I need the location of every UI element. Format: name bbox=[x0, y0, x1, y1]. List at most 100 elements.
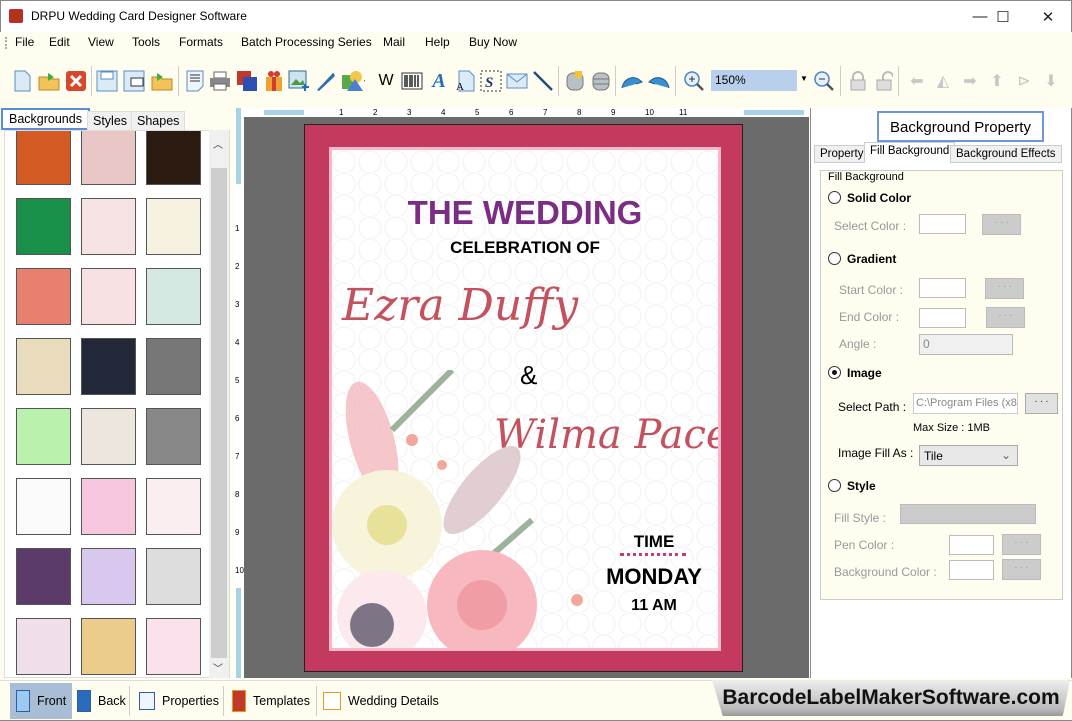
redo-icon[interactable] bbox=[647, 69, 671, 93]
wedding-details-button[interactable]: Wedding Details bbox=[317, 683, 445, 719]
thumbnail-paisley[interactable] bbox=[16, 548, 71, 605]
solid-color-swatch[interactable] bbox=[919, 214, 966, 234]
wedding-card[interactable]: THE WEDDING CELEBRATION OF Ezra Duffy & … bbox=[304, 124, 743, 672]
layers-icon[interactable] bbox=[235, 69, 259, 93]
thumbnail-sketch[interactable] bbox=[146, 548, 201, 605]
database-add-icon[interactable] bbox=[563, 69, 587, 93]
menu-tools[interactable]: Tools bbox=[132, 35, 160, 49]
zoom-out-icon[interactable] bbox=[812, 69, 836, 93]
thumbnail-hearts[interactable] bbox=[16, 268, 71, 325]
menu-batch-processing[interactable]: Batch Processing Series bbox=[241, 35, 372, 49]
pen-color-swatch[interactable] bbox=[949, 535, 994, 555]
line-icon[interactable] bbox=[531, 69, 555, 93]
thumbnail-floral-black[interactable] bbox=[146, 131, 201, 185]
thumbnail-beige-floral[interactable] bbox=[81, 408, 136, 465]
scroll-up-icon[interactable]: ︿ bbox=[213, 136, 223, 151]
scrollbar-thumb[interactable] bbox=[211, 168, 227, 658]
print-icon[interactable] bbox=[208, 69, 232, 93]
arrow-down-icon[interactable]: ⬇ bbox=[1039, 69, 1063, 93]
start-color-swatch[interactable] bbox=[919, 278, 966, 298]
card-subtitle[interactable]: CELEBRATION OF bbox=[332, 238, 718, 258]
tab-shapes[interactable]: Shapes bbox=[131, 111, 186, 131]
database-icon[interactable] bbox=[589, 69, 613, 93]
zoom-dropdown-arrow[interactable]: ▼ bbox=[800, 74, 808, 83]
pen-color-browse[interactable]: . . . bbox=[1002, 534, 1041, 555]
tab-styles[interactable]: Styles bbox=[87, 111, 134, 131]
end-color-swatch[interactable] bbox=[919, 308, 966, 328]
thumbnail-swan-outline[interactable] bbox=[16, 478, 71, 535]
tab-backgrounds[interactable]: Backgrounds bbox=[1, 108, 90, 130]
thumbnail-ganesha-orange[interactable] bbox=[16, 131, 71, 185]
save-as-icon[interactable] bbox=[122, 69, 146, 93]
background-color-swatch[interactable] bbox=[949, 560, 994, 580]
image-radio[interactable] bbox=[828, 366, 841, 379]
gallery-scrollbar[interactable]: ︿ ﹀ bbox=[209, 130, 229, 678]
close-doc-icon[interactable] bbox=[64, 69, 88, 93]
arrow-right-icon[interactable]: ➡ bbox=[958, 69, 982, 93]
signature-icon[interactable]: S bbox=[479, 69, 503, 93]
background-color-browse[interactable]: . . . bbox=[1002, 559, 1041, 580]
flip-icon[interactable]: ◭ bbox=[931, 69, 955, 93]
arrow-up-icon[interactable]: ⬆ bbox=[985, 69, 1009, 93]
tab-property[interactable]: Property bbox=[814, 145, 870, 163]
properties-button[interactable]: Properties bbox=[133, 683, 225, 719]
card-day[interactable]: MONDAY bbox=[594, 564, 714, 590]
end-color-browse[interactable]: . . . bbox=[986, 307, 1025, 328]
gift-icon[interactable] bbox=[262, 69, 286, 93]
fill-style-select[interactable] bbox=[900, 504, 1036, 524]
align-icon[interactable]: ⊳ bbox=[1012, 69, 1036, 93]
open-icon[interactable] bbox=[37, 69, 61, 93]
thumbnail-bw-pattern[interactable] bbox=[146, 408, 201, 465]
new-icon[interactable] bbox=[10, 69, 34, 93]
thumbnail-green-vine[interactable] bbox=[16, 408, 71, 465]
text-icon[interactable]: A bbox=[427, 69, 451, 93]
menu-file[interactable]: File bbox=[15, 35, 34, 49]
thumbnail-cream-rose[interactable] bbox=[16, 338, 71, 395]
thumbnail-pink-lace[interactable] bbox=[81, 268, 136, 325]
export-icon[interactable] bbox=[150, 69, 174, 93]
image-fill-select[interactable]: Tile ⌄ bbox=[919, 445, 1018, 466]
thumbnail-mandala[interactable] bbox=[146, 268, 201, 325]
gradient-radio[interactable] bbox=[828, 252, 841, 265]
tab-fill-background[interactable]: Fill Background bbox=[864, 142, 956, 163]
front-button[interactable]: Front bbox=[10, 683, 73, 719]
card-title[interactable]: THE WEDDING bbox=[332, 194, 718, 232]
thumbnail-colorful-floral[interactable] bbox=[81, 548, 136, 605]
watermark-icon[interactable]: W bbox=[374, 69, 398, 93]
thumbnail-floral-navy[interactable] bbox=[81, 338, 136, 395]
thumbnail-pink-marble[interactable] bbox=[16, 618, 71, 675]
menu-view[interactable]: View bbox=[88, 35, 114, 49]
menu-edit[interactable]: Edit bbox=[49, 35, 70, 49]
arrow-left-icon[interactable]: ⬅ bbox=[905, 69, 929, 93]
maximize-button[interactable]: ☐ bbox=[980, 1, 1026, 32]
menu-formats[interactable]: Formats bbox=[179, 35, 223, 49]
thumbnail-rose-petals[interactable] bbox=[81, 198, 136, 255]
text-box-icon[interactable]: A bbox=[453, 69, 477, 93]
save-icon[interactable] bbox=[95, 69, 119, 93]
zoom-in-icon[interactable] bbox=[682, 69, 706, 93]
insert-image-icon[interactable] bbox=[287, 69, 311, 93]
shapes-icon[interactable] bbox=[341, 69, 365, 93]
menu-help[interactable]: Help bbox=[425, 35, 450, 49]
mail-icon[interactable] bbox=[505, 69, 529, 93]
pen-icon[interactable] bbox=[314, 69, 338, 93]
menu-mail[interactable]: Mail bbox=[383, 35, 405, 49]
back-button[interactable]: Back bbox=[71, 683, 132, 719]
thumbnail-gray-lace[interactable] bbox=[146, 338, 201, 395]
thumbnail-pink-flowers[interactable] bbox=[81, 478, 136, 535]
image-path-browse[interactable]: . . . bbox=[1025, 393, 1058, 414]
thumbnail-khanda[interactable] bbox=[146, 478, 201, 535]
angle-stepper[interactable]: 0 bbox=[919, 334, 1013, 355]
thumbnail-sakura[interactable] bbox=[146, 618, 201, 675]
style-radio[interactable] bbox=[828, 479, 841, 492]
templates-button[interactable]: Templates bbox=[226, 683, 316, 719]
barcode-icon[interactable] bbox=[400, 69, 424, 93]
solid-color-browse[interactable]: . . . bbox=[982, 214, 1021, 235]
scroll-down-icon[interactable]: ﹀ bbox=[213, 660, 223, 675]
menu-buy-now[interactable]: Buy Now bbox=[469, 35, 517, 49]
thumbnail-crescent-star[interactable] bbox=[146, 198, 201, 255]
card-name-1[interactable]: Ezra Duffy bbox=[342, 280, 578, 331]
card-time-label[interactable]: TIME bbox=[594, 532, 714, 552]
unlock-icon[interactable] bbox=[872, 69, 896, 93]
close-button[interactable]: ✕ bbox=[1025, 1, 1071, 32]
